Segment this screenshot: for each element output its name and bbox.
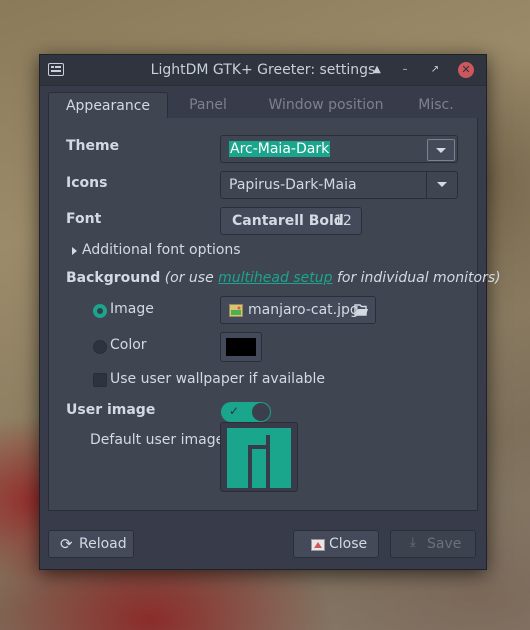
switch-knob	[252, 403, 270, 421]
save-label: Save	[427, 536, 462, 552]
reload-label: Reload	[79, 536, 127, 552]
check-icon: ✓	[229, 404, 240, 418]
icons-label: Icons	[66, 175, 108, 191]
color-radio-label[interactable]: Color	[110, 337, 147, 353]
tab-appearance[interactable]: Appearance	[48, 92, 168, 119]
color-radio[interactable]	[93, 340, 107, 354]
reload-icon: ⟳	[60, 535, 73, 553]
background-heading: Background (or use multihead setup for i…	[66, 270, 501, 286]
titlebar[interactable]: LightDM GTK+ Greeter: settings ▲ – ↗ ✕	[40, 55, 486, 86]
appearance-panel: Theme Arc-Maia-Dark Icons Papirus-Dark-M…	[48, 118, 501, 511]
settings-window: LightDM GTK+ Greeter: settings ▲ – ↗ ✕ A…	[39, 54, 501, 570]
image-file-chooser[interactable]: manjaro-cat.jpg	[220, 296, 376, 324]
multihead-setup-link[interactable]: multihead setup	[218, 270, 332, 286]
manjaro-logo-icon	[227, 428, 291, 488]
font-label: Font	[66, 211, 102, 227]
theme-combo[interactable]: Arc-Maia-Dark	[220, 135, 458, 163]
save-button[interactable]: ⤓ Save	[390, 530, 476, 558]
background-note-pre: (or use	[164, 270, 214, 286]
tab-misc[interactable]: Misc.	[396, 92, 476, 118]
minimize-button[interactable]: –	[397, 62, 413, 78]
tab-bar: Appearance Panel Window position Misc.	[48, 92, 478, 119]
font-size: 12	[334, 213, 352, 229]
color-picker-button[interactable]	[220, 332, 262, 362]
user-wallpaper-label[interactable]: Use user wallpaper if available	[110, 371, 325, 387]
shade-button[interactable]: ▲	[369, 62, 385, 78]
color-swatch	[226, 338, 256, 356]
image-file-icon	[229, 304, 243, 317]
close-button[interactable]: Close	[293, 530, 379, 558]
reload-button[interactable]: ⟳ Reload	[48, 530, 134, 558]
default-user-image-label: Default user image	[90, 432, 225, 448]
window-title: LightDM GTK+ Greeter: settings	[150, 62, 376, 78]
maximize-button[interactable]: ↗	[427, 62, 443, 78]
additional-font-options-expander[interactable]: Additional font options	[82, 242, 241, 258]
tab-panel[interactable]: Panel	[166, 92, 250, 118]
icons-combo[interactable]: Papirus-Dark-Maia	[220, 171, 458, 199]
theme-value[interactable]: Arc-Maia-Dark	[229, 141, 331, 157]
user-image-label: User image	[66, 402, 156, 418]
font-button[interactable]: Cantarell Bold 12	[220, 207, 362, 235]
tab-window-position[interactable]: Window position	[258, 92, 394, 118]
close-label: Close	[329, 536, 368, 552]
font-name: Cantarell Bold	[232, 213, 344, 229]
icons-dropdown-button[interactable]	[426, 172, 457, 198]
document-open-icon	[354, 304, 368, 316]
background-note-post: for individual monitors)	[336, 270, 501, 286]
user-wallpaper-checkbox[interactable]	[93, 373, 107, 387]
close-window-button[interactable]: ✕	[458, 62, 474, 78]
icons-value: Papirus-Dark-Maia	[229, 177, 357, 193]
button-bar: ⟳ Reload Close ⤓ Save	[40, 517, 486, 569]
image-radio-label[interactable]: Image	[110, 301, 154, 317]
image-radio[interactable]	[93, 304, 107, 318]
expander-arrow-icon[interactable]	[72, 247, 77, 255]
default-user-image-button[interactable]	[220, 422, 298, 492]
user-image-switch[interactable]: ✓	[221, 402, 271, 422]
close-doc-icon	[311, 539, 325, 551]
save-icon: ⤓	[410, 535, 416, 550]
chevron-down-icon	[436, 148, 446, 153]
image-file-name: manjaro-cat.jpg	[248, 302, 359, 318]
theme-label: Theme	[66, 138, 120, 154]
theme-dropdown-button[interactable]	[427, 139, 455, 161]
chevron-down-icon	[437, 182, 447, 187]
background-label: Background	[66, 270, 161, 286]
